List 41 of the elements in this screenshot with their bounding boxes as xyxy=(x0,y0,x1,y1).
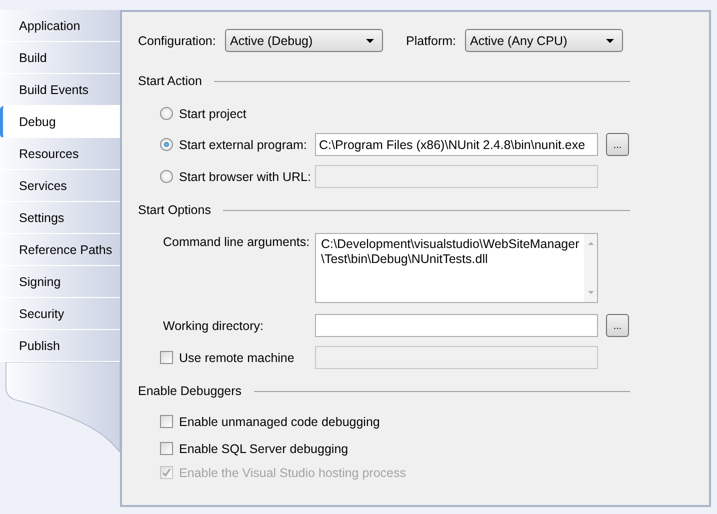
dropdown[interactable]: Active (Any CPU) xyxy=(465,29,623,52)
sidebar-tab[interactable]: Debug xyxy=(0,106,120,138)
checkbox[interactable] xyxy=(160,442,173,455)
section-heading: Start Action xyxy=(138,74,202,88)
text-field[interactable] xyxy=(315,314,598,337)
sidebar-tab[interactable]: Services xyxy=(0,170,120,202)
sidebar-tab[interactable]: Build xyxy=(0,42,120,74)
radio-button[interactable] xyxy=(160,107,173,120)
sidebar-tab[interactable]: Build Events xyxy=(0,74,120,106)
sidebar-tab[interactable]: Resources xyxy=(0,138,120,170)
section-heading: Start Options xyxy=(138,203,211,217)
checkbox-label: Enable SQL Server debugging xyxy=(179,442,348,456)
text-field[interactable]: C:\Program Files (x86)\NUnit 2.4.8\bin\nunit.exe xyxy=(315,133,598,156)
checkbox-label: Use remote machine xyxy=(179,350,294,364)
option-label: Start browser with URL: xyxy=(179,170,311,184)
sidebar-tab[interactable]: Signing xyxy=(0,266,120,298)
checkbox-label: Enable unmanaged code debugging xyxy=(179,414,380,428)
radio-button[interactable] xyxy=(160,170,173,183)
caret-icon xyxy=(606,38,614,42)
sidebar-tab[interactable]: Reference Paths xyxy=(0,234,120,266)
checkbox[interactable] xyxy=(160,415,173,428)
section-heading: Enable Debuggers xyxy=(138,384,242,398)
field-label: Configuration: xyxy=(138,34,217,48)
checkbox[interactable] xyxy=(160,351,173,364)
sidebar-tab[interactable]: Security xyxy=(0,298,120,330)
dropdown[interactable]: Active (Debug) xyxy=(225,29,383,52)
scrollbar[interactable] xyxy=(584,234,597,302)
field-label: Platform: xyxy=(406,34,458,48)
caret-icon xyxy=(366,38,374,42)
arguments-field[interactable]: C:\Development\visualstudio\WebSiteManager \Test\bin\Debug\NUnitTests.dll xyxy=(315,233,598,303)
radio-button[interactable] xyxy=(160,138,173,151)
option-label: Start project xyxy=(179,106,246,120)
field-label: Working directory: xyxy=(163,318,264,332)
browse-button[interactable]: ... xyxy=(606,133,629,156)
sidebar-tab[interactable]: Settings xyxy=(0,202,120,234)
checkbox-label: Enable the Visual Studio hosting process xyxy=(179,466,406,480)
sidebar-tab[interactable]: Application xyxy=(0,10,120,42)
sidebar-tab[interactable]: Publish xyxy=(0,330,120,362)
field-label: Command line arguments: xyxy=(163,235,310,249)
browse-button[interactable]: ... xyxy=(606,314,629,337)
option-label: Start external program: xyxy=(179,138,307,152)
